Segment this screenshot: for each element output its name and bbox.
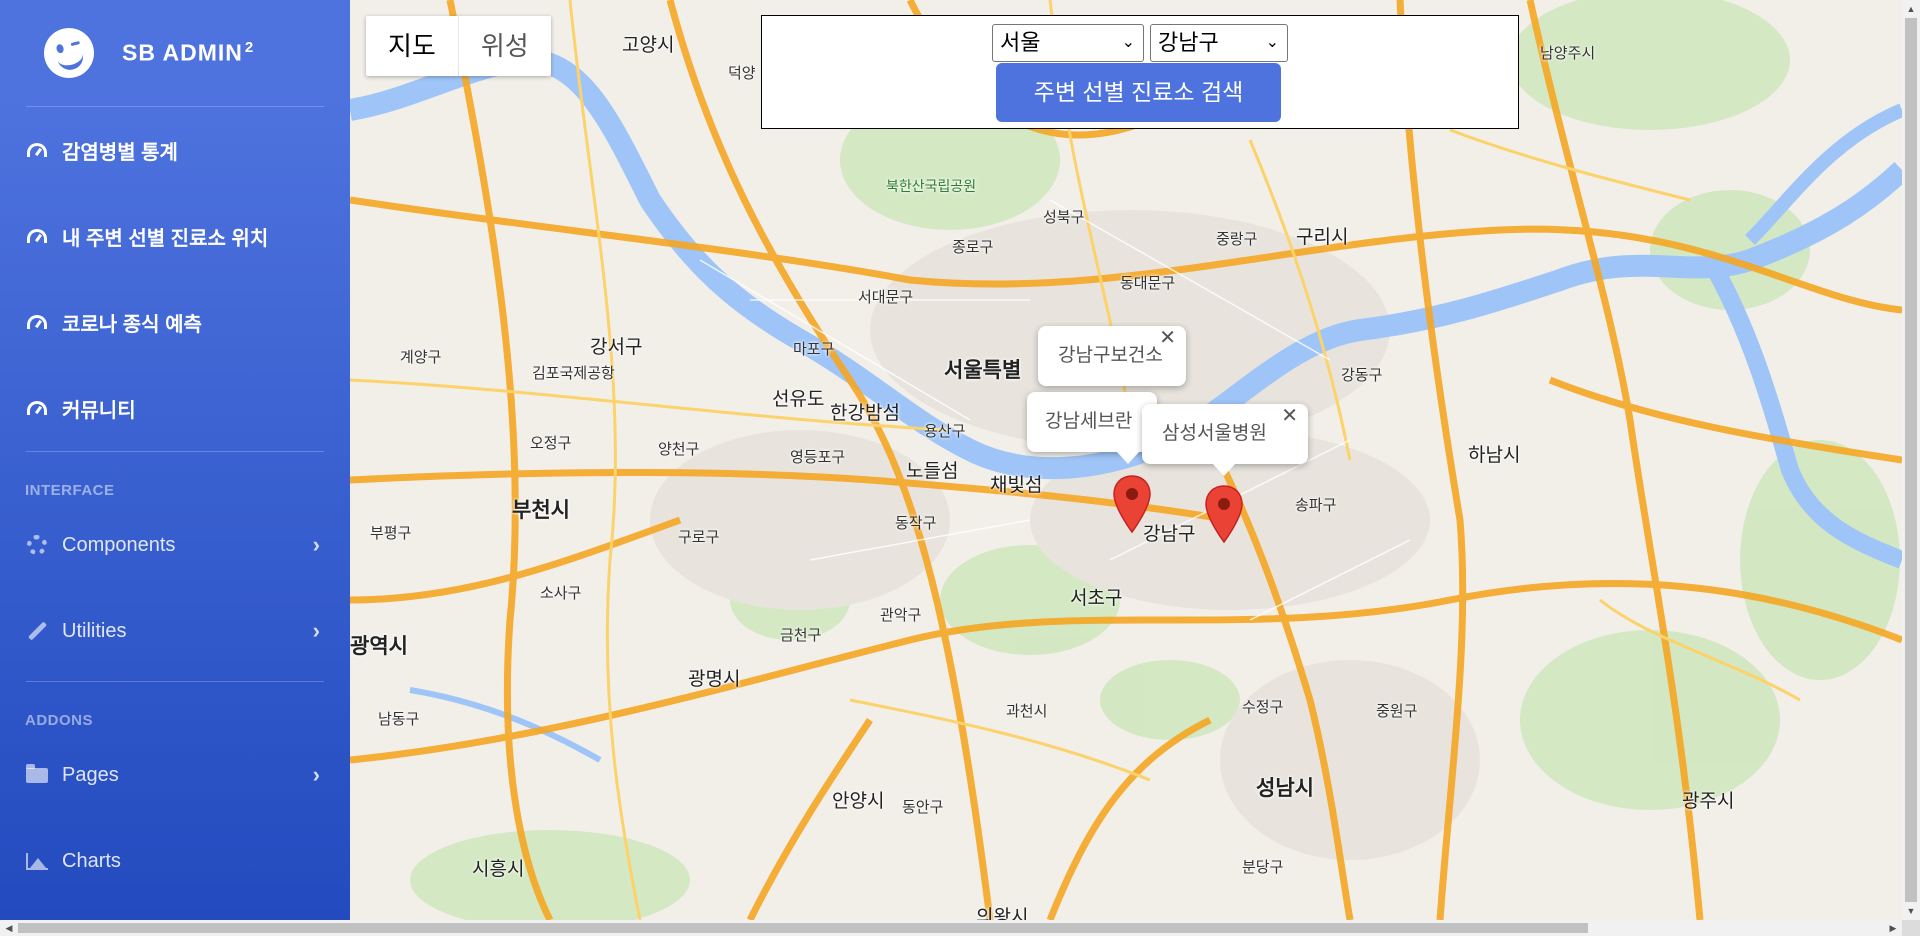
nav-item-components[interactable]: Components › — [0, 509, 350, 581]
scroll-right-icon[interactable]: ▶ — [1884, 920, 1902, 936]
infowindow-samsung-hospital[interactable]: 삼성서울병원 ✕ — [1142, 404, 1308, 464]
nav-item-community[interactable]: 커뮤니티 — [0, 365, 350, 451]
sidebar-heading-interface: INTERFACE — [25, 482, 115, 499]
scroll-up-icon[interactable]: ▲ — [1902, 0, 1920, 18]
city-select[interactable]: 서울 ⌄ — [992, 24, 1144, 62]
gear-icon — [26, 534, 48, 556]
map-canvas[interactable]: 고양시 덕양 남양주시 북한산국립공원 성북구 종로구 중랑구 구리시 서대문구… — [350, 0, 1902, 920]
nav-item-pages[interactable]: Pages › — [0, 739, 350, 811]
nav-label: Charts — [62, 849, 121, 872]
map-type-map-button[interactable]: 지도 — [366, 16, 458, 76]
scrollbar-thumb[interactable] — [18, 923, 1588, 933]
nav-label: 커뮤니티 — [62, 399, 136, 422]
chevron-down-icon: ⌄ — [1265, 34, 1279, 51]
scrollbar-thumb[interactable] — [1905, 18, 1917, 902]
nav-item-disease-stats[interactable]: 감염병별 통계 — [0, 107, 350, 193]
search-clinics-button[interactable]: 주변 선별 진료소 검색 — [996, 63, 1281, 122]
scrollbar-corner — [1902, 920, 1920, 936]
nav-label: 코로나 종식 예측 — [62, 313, 202, 336]
tachometer-icon — [26, 397, 48, 419]
map-type-control: 지도 위성 — [366, 16, 551, 76]
nav-item-clinic-location[interactable]: 내 주변 선별 진료소 위치 — [0, 193, 350, 279]
city-select-value: 서울 — [1000, 30, 1041, 55]
nav-item-utilities[interactable]: Utilities › — [0, 581, 350, 681]
chart-area-icon — [26, 850, 48, 872]
clinic-search-panel: 서울 ⌄ 강남구 ⌄ 주변 선별 진료소 검색 — [761, 15, 1519, 129]
sidebar-heading-addons: ADDONS — [25, 712, 94, 729]
chevron-right-icon: › — [312, 618, 320, 643]
nav-label: Components — [62, 533, 176, 556]
wrench-icon — [26, 620, 48, 642]
infowindow-gangnam-severance[interactable]: 강남세브란 — [1027, 392, 1157, 452]
nav-label: 감염병별 통계 — [62, 141, 178, 164]
laugh-wink-icon — [38, 22, 100, 84]
folder-icon — [26, 764, 48, 786]
tachometer-icon — [26, 139, 48, 161]
scroll-left-icon[interactable]: ◀ — [0, 920, 18, 936]
scroll-down-icon[interactable]: ▼ — [1902, 902, 1920, 920]
sidebar: SB ADMIN 2 감염병별 통계 내 주변 선별 진료소 위치 코로나 종식 … — [0, 0, 350, 936]
nav-label: Pages — [62, 763, 119, 786]
brand-title: SB ADMIN 2 — [122, 39, 255, 66]
sidebar-brand[interactable]: SB ADMIN 2 — [0, 0, 350, 106]
nav-item-covid-forecast[interactable]: 코로나 종식 예측 — [0, 279, 350, 365]
chevron-right-icon: › — [312, 762, 320, 787]
infowindow-title: 삼성서울병원 — [1162, 423, 1267, 444]
map-type-satellite-button[interactable]: 위성 — [457, 16, 551, 76]
tachometer-icon — [26, 225, 48, 247]
tachometer-icon — [26, 311, 48, 333]
infowindow-gangnam-health-center[interactable]: 강남구보건소 ✕ — [1038, 326, 1186, 386]
infowindow-tail — [1117, 452, 1139, 464]
infowindow-tail — [1213, 464, 1235, 476]
map-marker-icon[interactable] — [1112, 474, 1152, 534]
close-icon[interactable]: ✕ — [1159, 326, 1176, 350]
infowindow-title: 강남구보건소 — [1058, 345, 1163, 366]
nav-item-charts[interactable]: Charts — [0, 811, 350, 911]
district-select[interactable]: 강남구 ⌄ — [1150, 24, 1288, 62]
chevron-right-icon: › — [312, 532, 320, 557]
chevron-down-icon: ⌄ — [1121, 34, 1135, 51]
nav-label: 내 주변 선별 진료소 위치 — [62, 227, 269, 250]
district-select-value: 강남구 — [1158, 30, 1219, 55]
vertical-scrollbar[interactable]: ▲ ▼ — [1902, 0, 1920, 920]
infowindow-title: 강남세브란 — [1045, 411, 1133, 432]
horizontal-scrollbar[interactable]: ◀ ▶ — [0, 920, 1902, 936]
nav-label: Utilities — [62, 619, 127, 642]
map-marker-icon[interactable] — [1204, 484, 1244, 544]
close-icon[interactable]: ✕ — [1281, 404, 1298, 428]
